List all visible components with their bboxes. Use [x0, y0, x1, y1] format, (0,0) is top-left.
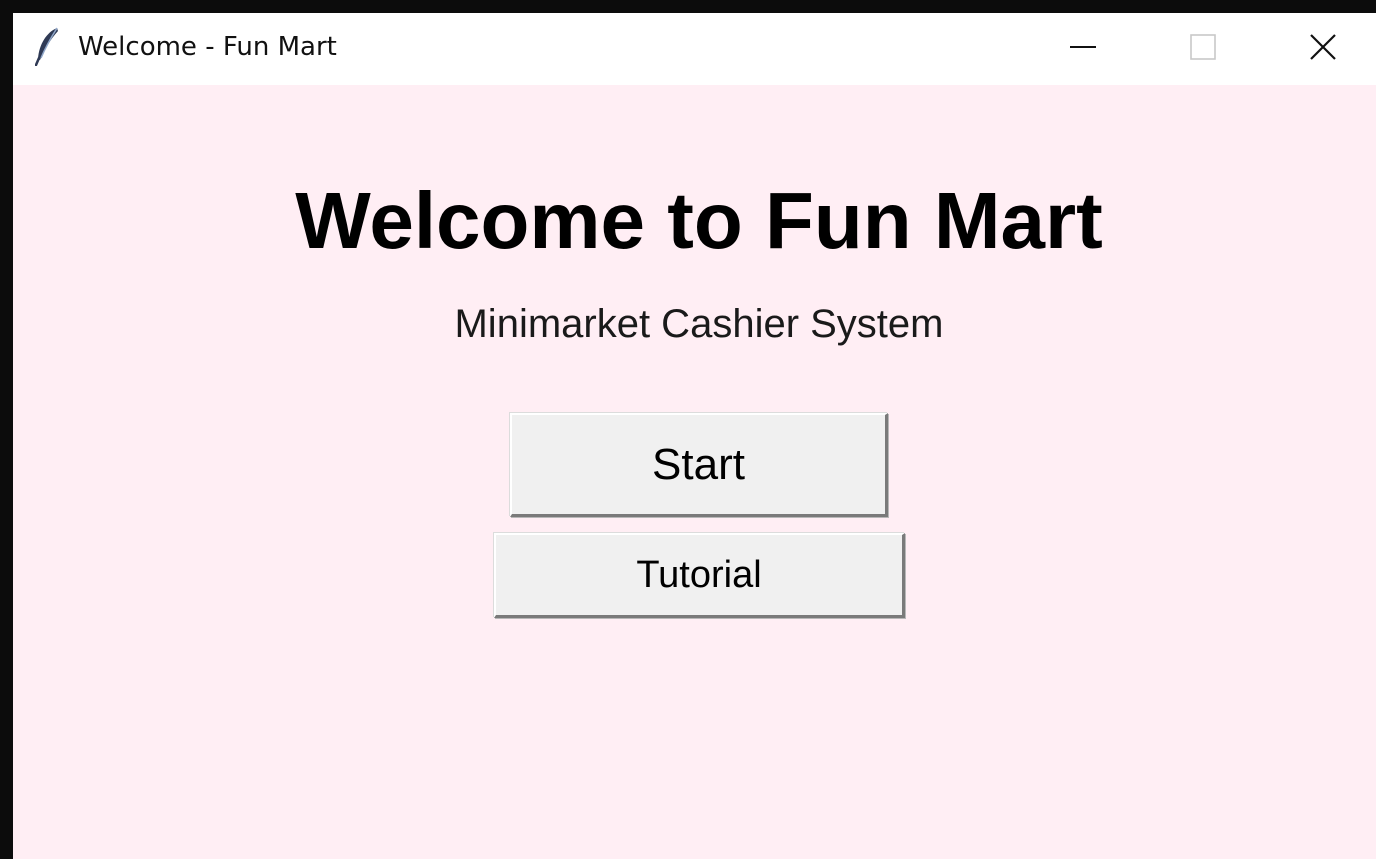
page-subtitle: Minimarket Cashier System	[454, 302, 944, 346]
maximize-icon	[1188, 32, 1218, 67]
window-title: Welcome - Fun Mart	[78, 32, 337, 62]
close-button[interactable]	[1263, 13, 1376, 85]
title-bar[interactable]: Welcome - Fun Mart	[13, 13, 1376, 85]
welcome-panel: Welcome to Fun Mart Minimarket Cashier S…	[13, 85, 1376, 859]
tutorial-button[interactable]: Tutorial	[494, 533, 905, 618]
app-window: Welcome - Fun Mart Welcome to Fun Mart M…	[13, 13, 1376, 859]
feather-icon	[34, 26, 61, 67]
minimize-icon	[1068, 32, 1098, 67]
maximize-button[interactable]	[1143, 13, 1263, 85]
minimize-button[interactable]	[1023, 13, 1143, 85]
page-title: Welcome to Fun Mart	[295, 176, 1103, 265]
close-icon	[1308, 32, 1338, 67]
start-button[interactable]: Start	[510, 413, 888, 517]
